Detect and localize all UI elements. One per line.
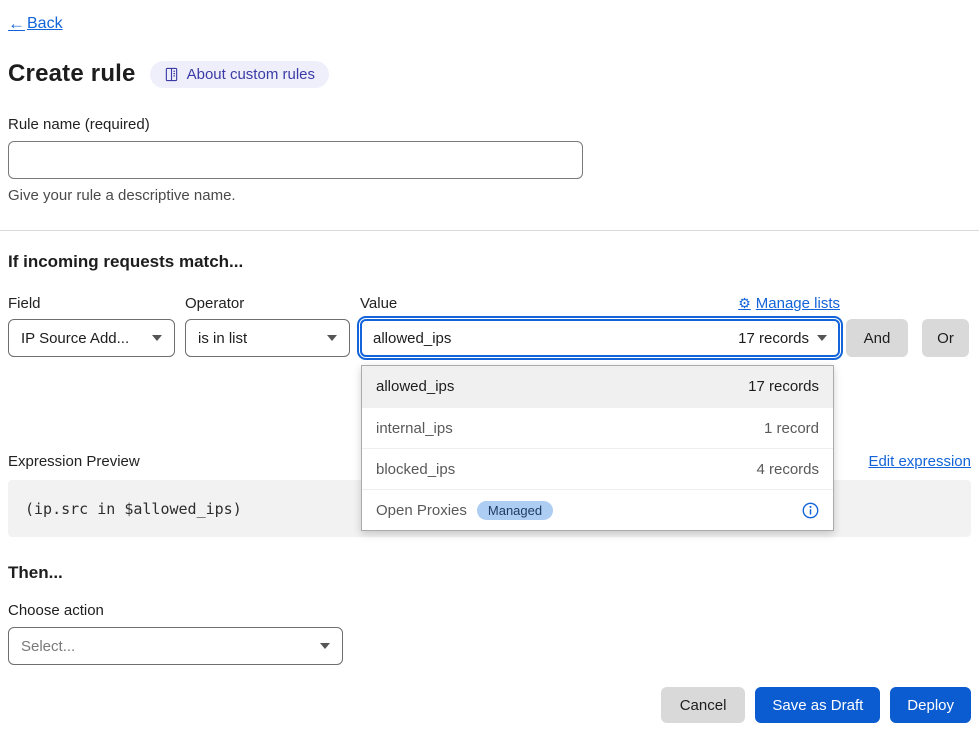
- value-dropdown-menu: allowed_ips 17 records internal_ips 1 re…: [361, 365, 834, 531]
- rule-name-input[interactable]: [8, 141, 583, 179]
- chevron-down-icon: [320, 643, 330, 649]
- list-option-name: allowed_ips: [376, 378, 454, 395]
- action-select[interactable]: Select...: [8, 627, 343, 665]
- about-custom-rules-link[interactable]: About custom rules: [150, 61, 329, 88]
- back-link[interactable]: ←Back: [8, 14, 63, 34]
- chevron-down-icon: [152, 335, 162, 341]
- book-icon: [164, 67, 179, 82]
- action-select-placeholder: Select...: [21, 638, 75, 655]
- list-option-name: internal_ips: [376, 420, 453, 437]
- manage-lists-label: Manage lists: [756, 295, 840, 312]
- rule-name-label: Rule name (required): [8, 116, 971, 133]
- page-title: Create rule: [8, 60, 136, 88]
- operator-label: Operator: [185, 295, 350, 312]
- section-divider: [0, 230, 979, 231]
- choose-action-label: Choose action: [8, 602, 971, 619]
- expression-preview-label: Expression Preview: [8, 453, 140, 470]
- value-select-records: 17 records: [738, 330, 809, 347]
- list-option-name: Open Proxies: [376, 502, 467, 519]
- or-button[interactable]: Or: [922, 319, 969, 357]
- then-section-heading: Then...: [8, 563, 971, 583]
- edit-expression-link[interactable]: Edit expression: [868, 453, 971, 470]
- list-option-name: blocked_ips: [376, 461, 455, 478]
- managed-badge: Managed: [477, 501, 553, 520]
- list-option-allowed-ips[interactable]: allowed_ips 17 records: [362, 366, 833, 407]
- list-option-blocked-ips[interactable]: blocked_ips 4 records: [362, 448, 833, 489]
- info-icon[interactable]: [802, 502, 819, 519]
- list-option-open-proxies[interactable]: Open Proxies Managed: [362, 489, 833, 530]
- field-select-value: IP Source Add...: [21, 330, 129, 347]
- about-badge-label: About custom rules: [187, 66, 315, 83]
- match-section-heading: If incoming requests match...: [8, 252, 971, 272]
- value-label: Value: [360, 295, 397, 312]
- chevron-down-icon: [327, 335, 337, 341]
- list-option-records: 4 records: [756, 461, 819, 478]
- deploy-button[interactable]: Deploy: [890, 687, 971, 723]
- chevron-down-icon: [817, 335, 827, 341]
- back-link-label: Back: [27, 15, 63, 33]
- gear-icon: ⚙: [738, 295, 751, 312]
- manage-lists-link[interactable]: ⚙ Manage lists: [738, 295, 840, 312]
- list-option-records: 17 records: [748, 378, 819, 395]
- save-as-draft-button[interactable]: Save as Draft: [755, 687, 880, 723]
- operator-select[interactable]: is in list: [185, 319, 350, 357]
- rule-name-help-text: Give your rule a descriptive name.: [8, 187, 971, 204]
- value-select[interactable]: allowed_ips 17 records: [360, 319, 840, 357]
- operator-select-value: is in list: [198, 330, 247, 347]
- cancel-button[interactable]: Cancel: [661, 687, 746, 723]
- create-rule-page: ←Back Create rule About custom rules Rul…: [0, 0, 979, 723]
- field-label: Field: [8, 295, 175, 312]
- back-arrow-icon: ←: [8, 14, 25, 34]
- field-select[interactable]: IP Source Add...: [8, 319, 175, 357]
- list-option-internal-ips[interactable]: internal_ips 1 record: [362, 407, 833, 448]
- expression-code-text: (ip.src in $allowed_ips): [25, 500, 242, 518]
- list-option-records: 1 record: [764, 420, 819, 437]
- and-button[interactable]: And: [846, 319, 908, 357]
- value-select-name: allowed_ips: [373, 330, 451, 347]
